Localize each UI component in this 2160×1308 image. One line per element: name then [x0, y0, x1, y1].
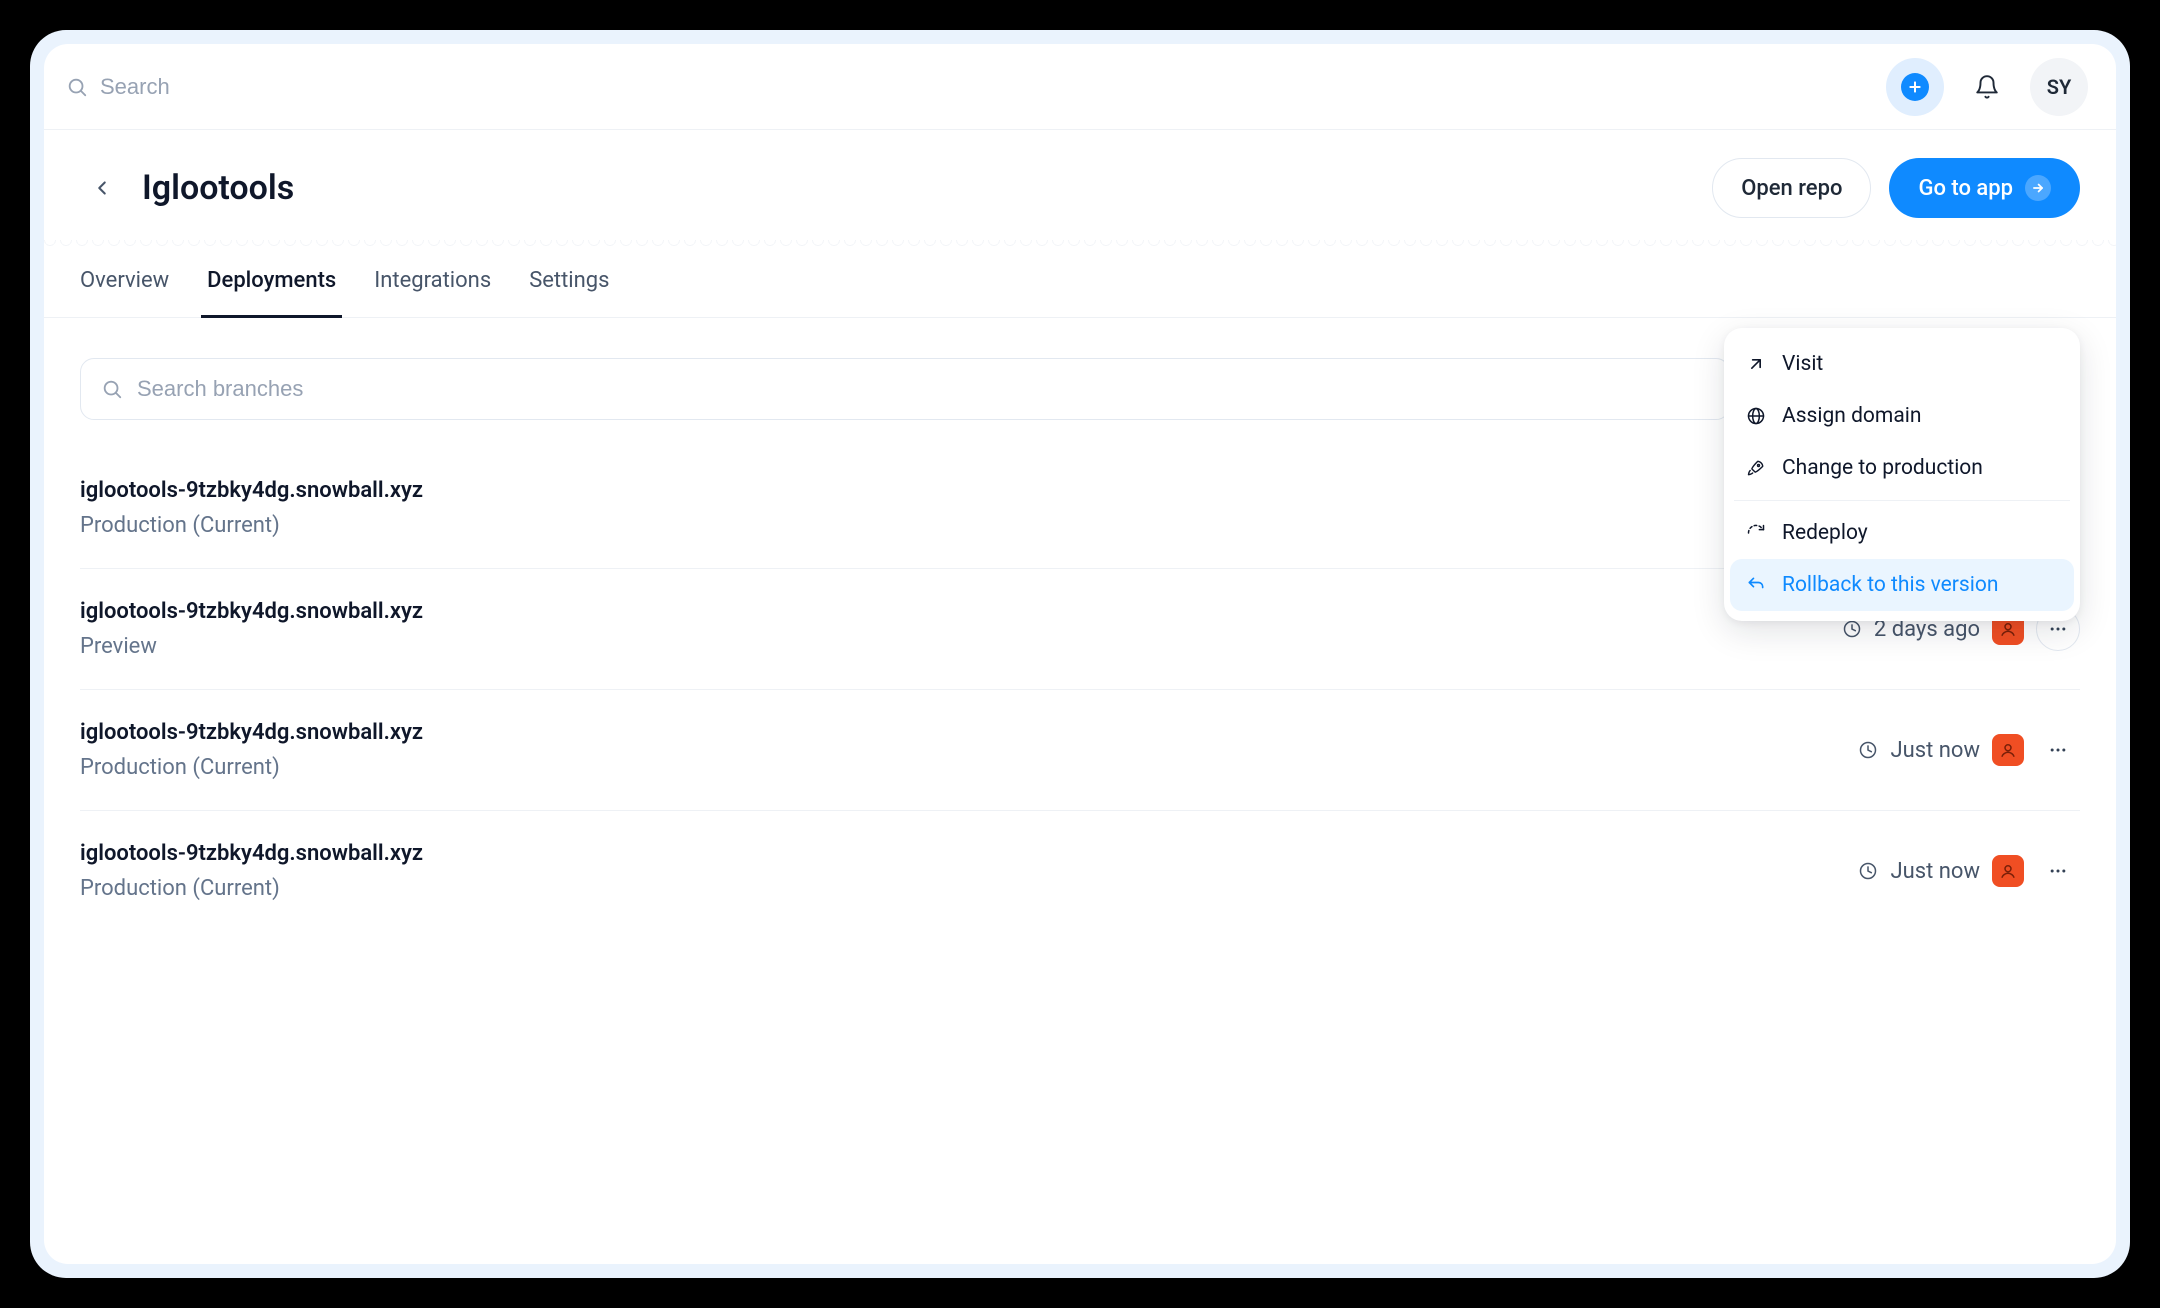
menu-item-label: Visit [1782, 352, 1823, 376]
row-more-button[interactable] [2036, 849, 2080, 893]
topbar: SY [44, 44, 2116, 130]
tabs: Overview Deployments Integrations Settin… [44, 246, 2116, 318]
create-button[interactable] [1886, 58, 1944, 116]
back-button[interactable] [80, 166, 124, 210]
page-header: Iglootools Open repo Go to app [44, 130, 2116, 246]
page-title: Iglootools [142, 168, 1694, 208]
deployment-url[interactable]: iglootools-9tzbky4dg.snowball.xyz [80, 599, 1824, 624]
open-repo-label: Open repo [1741, 176, 1842, 201]
menu-item-label: Change to production [1782, 456, 1983, 480]
author-avatar[interactable] [1992, 734, 2024, 766]
menu-item-rollback[interactable]: Rollback to this version [1730, 559, 2074, 611]
arrow-up-right-icon [1746, 354, 1766, 374]
arrow-right-icon [2025, 175, 2051, 201]
menu-item-change-to-production[interactable]: Change to production [1730, 442, 2074, 494]
tab-integrations[interactable]: Integrations [374, 246, 491, 317]
user-avatar[interactable]: SY [2030, 58, 2088, 116]
undo-icon [1746, 575, 1766, 595]
menu-item-redeploy[interactable]: Redeploy [1730, 507, 2074, 559]
menu-separator [1734, 500, 2070, 501]
tab-deployments[interactable]: Deployments [207, 246, 336, 317]
menu-item-visit[interactable]: Visit [1730, 338, 2074, 390]
chevron-left-icon [91, 177, 113, 199]
deployment-row: iglootools-9tzbky4dg.snowball.xyz Produc… [80, 690, 2080, 811]
tab-settings[interactable]: Settings [529, 246, 609, 317]
menu-item-label: Assign domain [1782, 404, 1921, 428]
tab-overview[interactable]: Overview [80, 246, 169, 317]
go-to-app-label: Go to app [1918, 176, 2013, 201]
clock-icon [1858, 740, 1878, 760]
notifications-button[interactable] [1958, 58, 2016, 116]
open-repo-button[interactable]: Open repo [1712, 158, 1871, 218]
clock-icon [1842, 619, 1862, 639]
deployment-time: Just now [1890, 738, 1980, 763]
clock-icon [1858, 861, 1878, 881]
refresh-icon [1746, 523, 1766, 543]
go-to-app-button[interactable]: Go to app [1889, 158, 2080, 218]
topbar-actions: SY [1886, 58, 2088, 116]
deployment-meta: Just now [1858, 728, 2080, 772]
plus-icon [1901, 73, 1929, 101]
context-menu: Visit Assign domain Change to production [1724, 328, 2080, 621]
branch-search-input[interactable] [137, 376, 1709, 402]
deployment-env: Production (Current) [80, 876, 1840, 901]
menu-item-label: Rollback to this version [1782, 573, 1998, 597]
deployment-env: Preview [80, 634, 1824, 659]
deployment-meta: Just now [1858, 849, 2080, 893]
menu-item-assign-domain[interactable]: Assign domain [1730, 390, 2074, 442]
globe-icon [1746, 406, 1766, 426]
avatar-initials: SY [2047, 75, 2072, 99]
deployment-env: Production (Current) [80, 755, 1840, 780]
deployment-url[interactable]: iglootools-9tzbky4dg.snowball.xyz [80, 841, 1840, 866]
branch-search[interactable] [80, 358, 1730, 420]
menu-item-label: Redeploy [1782, 521, 1868, 545]
search-icon [66, 76, 88, 98]
deployment-time: Just now [1890, 859, 1980, 884]
search-icon [101, 378, 123, 400]
bell-icon [1974, 74, 2000, 100]
global-search[interactable] [66, 74, 1868, 100]
global-search-input[interactable] [100, 74, 400, 100]
deployment-row: iglootools-9tzbky4dg.snowball.xyz Produc… [80, 811, 2080, 931]
deployment-url[interactable]: iglootools-9tzbky4dg.snowball.xyz [80, 720, 1840, 745]
row-more-button[interactable] [2036, 728, 2080, 772]
rocket-icon [1746, 458, 1766, 478]
author-avatar[interactable] [1992, 855, 2024, 887]
